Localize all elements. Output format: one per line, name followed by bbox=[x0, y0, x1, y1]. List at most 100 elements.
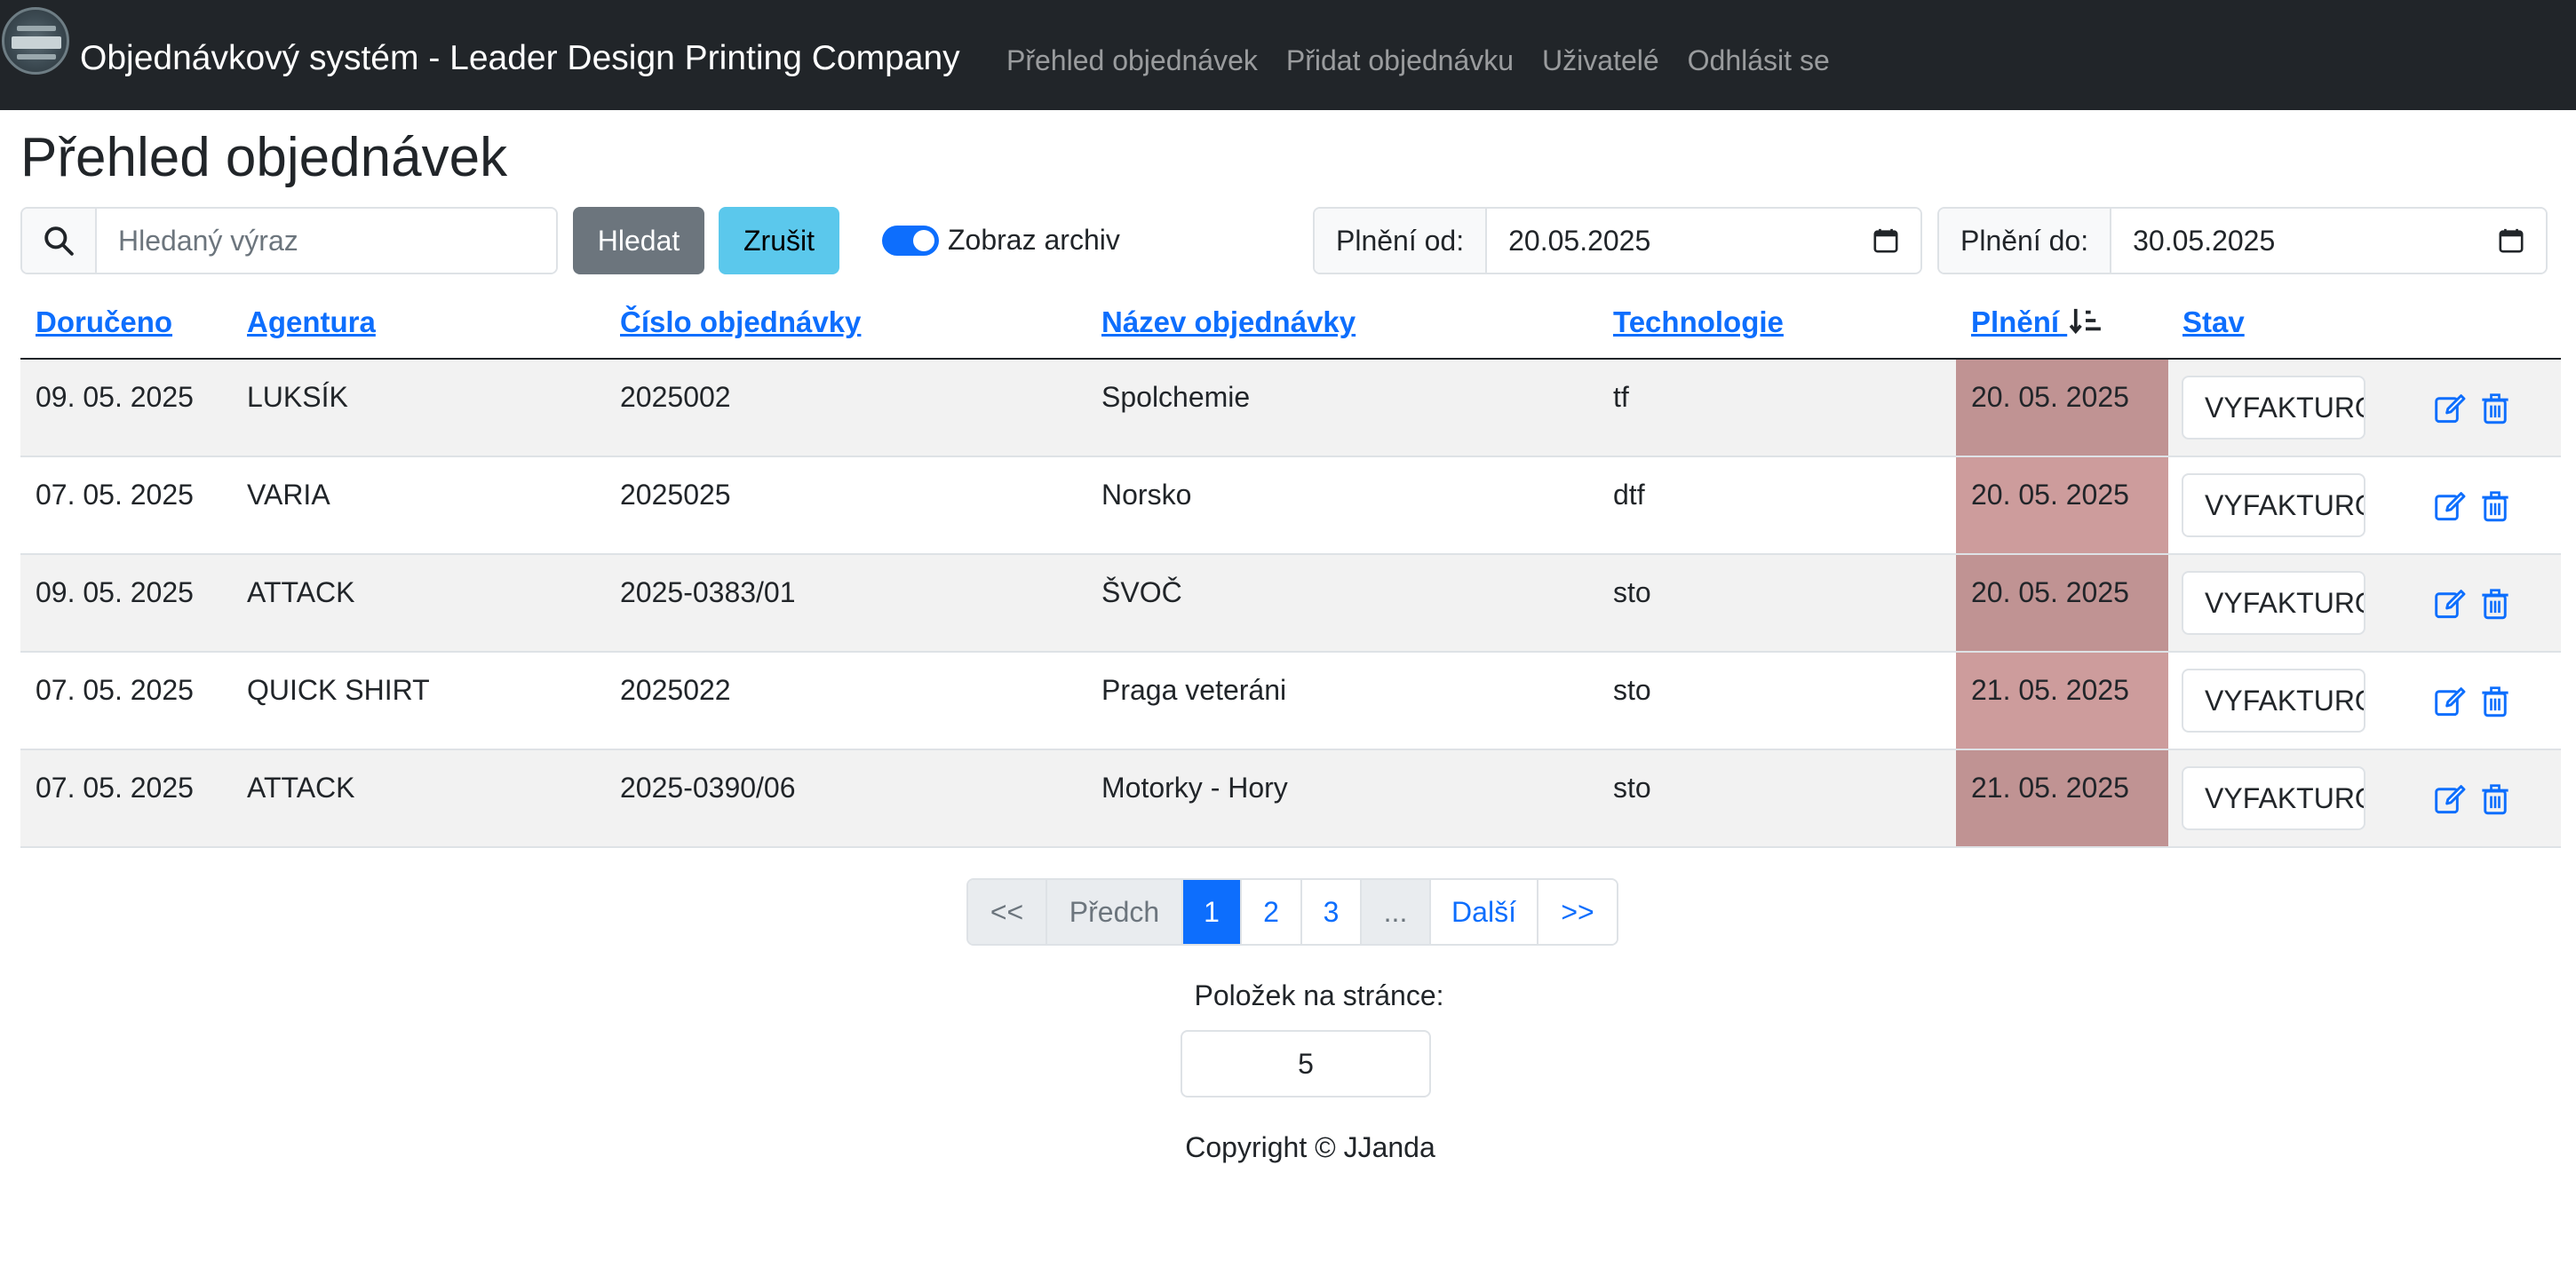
table-row: 07. 05. 2025 QUICK SHIRT 2025022 Praga vete… bbox=[20, 653, 2561, 750]
calendar-icon[interactable] bbox=[1872, 227, 1899, 254]
cell-plneni: 20. 05. 2025 bbox=[1956, 457, 2168, 553]
cell-agentura: ATTACK bbox=[247, 576, 355, 608]
status-select[interactable]: VYFAKTUROVÁNO bbox=[2182, 473, 2365, 537]
cell-doruceno: 09. 05. 2025 bbox=[36, 381, 194, 413]
cancel-button[interactable]: Zrušit bbox=[719, 207, 839, 274]
date-from-input[interactable]: 20.05.2025 bbox=[1487, 209, 1920, 273]
table-header: Doručeno Agentura Číslo objednávky Název… bbox=[20, 293, 2561, 360]
navbar: Objednávkový systém - Leader Design Prin… bbox=[0, 0, 2576, 110]
status-select[interactable]: VYFAKTUROVÁNO bbox=[2182, 571, 2365, 635]
cell-technologie: sto bbox=[1613, 576, 1651, 608]
date-to-group: Plnění do: 30.05.2025 bbox=[1937, 207, 2548, 274]
page-first[interactable]: << bbox=[968, 880, 1047, 944]
date-to-value: 30.05.2025 bbox=[2133, 224, 2276, 257]
column-header-doruceno[interactable]: Doručeno bbox=[36, 305, 172, 339]
column-header-stav[interactable]: Stav bbox=[2182, 305, 2245, 339]
page-next[interactable]: Další bbox=[1431, 880, 1538, 944]
cell-technologie: dtf bbox=[1613, 479, 1645, 511]
page-last[interactable]: >> bbox=[1538, 880, 1617, 944]
cell-cislo: 2025022 bbox=[620, 674, 731, 706]
cell-nazev: ŠVOČ bbox=[1101, 576, 1182, 608]
date-from-value: 20.05.2025 bbox=[1508, 224, 1651, 257]
cell-doruceno: 07. 05. 2025 bbox=[36, 479, 194, 511]
cell-nazev: Spolchemie bbox=[1101, 381, 1251, 413]
cell-cislo: 2025002 bbox=[620, 381, 731, 413]
edit-icon[interactable] bbox=[2434, 588, 2466, 620]
archive-toggle-label: Zobraz archiv bbox=[948, 224, 1120, 256]
page-1[interactable]: 1 bbox=[1183, 880, 1242, 944]
nav-link-uzivatele[interactable]: Uživatelé bbox=[1542, 44, 1659, 77]
column-header-cislo[interactable]: Číslo objednávky bbox=[620, 305, 861, 339]
column-header-nazev[interactable]: Název objednávky bbox=[1101, 305, 1356, 339]
cell-plneni-value: 20. 05. 2025 bbox=[1971, 381, 2129, 413]
edit-icon[interactable] bbox=[2434, 783, 2466, 815]
cell-plneni-value: 21. 05. 2025 bbox=[1971, 772, 2129, 804]
cell-technologie: sto bbox=[1613, 674, 1651, 706]
trash-icon[interactable] bbox=[2479, 490, 2511, 522]
sort-descending-icon[interactable] bbox=[2069, 307, 2103, 335]
column-header-technologie[interactable]: Technologie bbox=[1613, 305, 1784, 339]
nav-link-pridat[interactable]: Přidat objednávku bbox=[1286, 44, 1514, 77]
trash-icon[interactable] bbox=[2479, 588, 2511, 620]
cell-plneni-value: 20. 05. 2025 bbox=[1971, 479, 2129, 511]
trash-icon[interactable] bbox=[2479, 686, 2511, 717]
column-header-agentura[interactable]: Agentura bbox=[247, 305, 376, 339]
table-row: 07. 05. 2025 ATTACK 2025-0390/06 Motorky - … bbox=[20, 750, 2561, 848]
per-page-input[interactable]: 5 bbox=[1181, 1030, 1431, 1098]
cell-agentura: VARIA bbox=[247, 479, 330, 511]
pagination: << Předch 1 2 3 ... Další >> bbox=[966, 878, 1618, 946]
cell-agentura: ATTACK bbox=[247, 772, 355, 804]
column-header-plneni[interactable]: Plnění bbox=[1971, 305, 2103, 339]
search-icon bbox=[22, 209, 97, 273]
search-input[interactable] bbox=[97, 209, 556, 273]
calendar-icon[interactable] bbox=[2498, 227, 2524, 254]
cell-nazev: Praga veteráni bbox=[1101, 674, 1287, 706]
cell-doruceno: 09. 05. 2025 bbox=[36, 576, 194, 608]
cell-cislo: 2025-0383/01 bbox=[620, 576, 796, 608]
trash-icon[interactable] bbox=[2479, 783, 2511, 815]
search-button[interactable]: Hledat bbox=[573, 207, 704, 274]
page-ellipsis: ... bbox=[1362, 880, 1431, 944]
cell-plneni-value: 21. 05. 2025 bbox=[1971, 674, 2129, 706]
cell-technologie: tf bbox=[1613, 381, 1629, 413]
cell-plneni: 21. 05. 2025 bbox=[1956, 653, 2168, 749]
edit-icon[interactable] bbox=[2434, 490, 2466, 522]
page-2[interactable]: 2 bbox=[1242, 880, 1302, 944]
cell-plneni-value: 20. 05. 2025 bbox=[1971, 576, 2129, 608]
footer-copyright: Copyright © JJanda bbox=[1185, 1131, 1435, 1163]
table-row: 09. 05. 2025 LUKSÍK 2025002 Spolchemie tf 20.… bbox=[20, 360, 2561, 457]
company-logo[interactable] bbox=[2, 7, 69, 75]
archive-toggle[interactable]: Zobraz archiv bbox=[882, 224, 1120, 257]
cell-agentura: LUKSÍK bbox=[247, 381, 348, 413]
status-select[interactable]: VYFAKTUROVÁNO bbox=[2182, 669, 2365, 733]
date-from-group: Plnění od: 20.05.2025 bbox=[1313, 207, 1922, 274]
cell-cislo: 2025-0390/06 bbox=[620, 772, 796, 804]
status-select[interactable]: VYFAKTUROVÁNO bbox=[2182, 766, 2365, 830]
edit-icon[interactable] bbox=[2434, 392, 2466, 424]
table-row: 07. 05. 2025 VARIA 2025025 Norsko dtf 20. 05.… bbox=[20, 457, 2561, 555]
edit-icon[interactable] bbox=[2434, 686, 2466, 717]
date-to-input[interactable]: 30.05.2025 bbox=[2111, 209, 2546, 273]
cell-nazev: Motorky - Hory bbox=[1101, 772, 1288, 804]
navbar-brand[interactable]: Objednávkový systém - Leader Design Prin… bbox=[80, 39, 960, 78]
archive-switch[interactable] bbox=[882, 225, 939, 256]
date-to-label: Plnění do: bbox=[1939, 209, 2112, 273]
table-row: 09. 05. 2025 ATTACK 2025-0383/01 ŠVOČ sto 20.… bbox=[20, 555, 2561, 653]
cell-agentura: QUICK SHIRT bbox=[247, 674, 430, 706]
per-page-label: Položek na stránce: bbox=[1194, 979, 1444, 1011]
search-group bbox=[20, 207, 558, 274]
cell-cislo: 2025025 bbox=[620, 479, 731, 511]
nav-links: Přehled objednávek Přidat objednávku Uži… bbox=[1006, 44, 1858, 77]
date-from-label: Plnění od: bbox=[1315, 209, 1488, 273]
orders-table: Doručeno Agentura Číslo objednávky Název… bbox=[20, 293, 2561, 848]
cell-plneni: 20. 05. 2025 bbox=[1956, 360, 2168, 456]
status-select[interactable]: VYFAKTUROVÁNO bbox=[2182, 376, 2365, 440]
cell-technologie: sto bbox=[1613, 772, 1651, 804]
trash-icon[interactable] bbox=[2479, 392, 2511, 424]
cell-doruceno: 07. 05. 2025 bbox=[36, 772, 194, 804]
nav-link-prehled[interactable]: Přehled objednávek bbox=[1006, 44, 1258, 77]
cell-doruceno: 07. 05. 2025 bbox=[36, 674, 194, 706]
page-prev[interactable]: Předch bbox=[1047, 880, 1183, 944]
page-3[interactable]: 3 bbox=[1302, 880, 1362, 944]
nav-link-odhlasit[interactable]: Odhlásit se bbox=[1688, 44, 1830, 77]
